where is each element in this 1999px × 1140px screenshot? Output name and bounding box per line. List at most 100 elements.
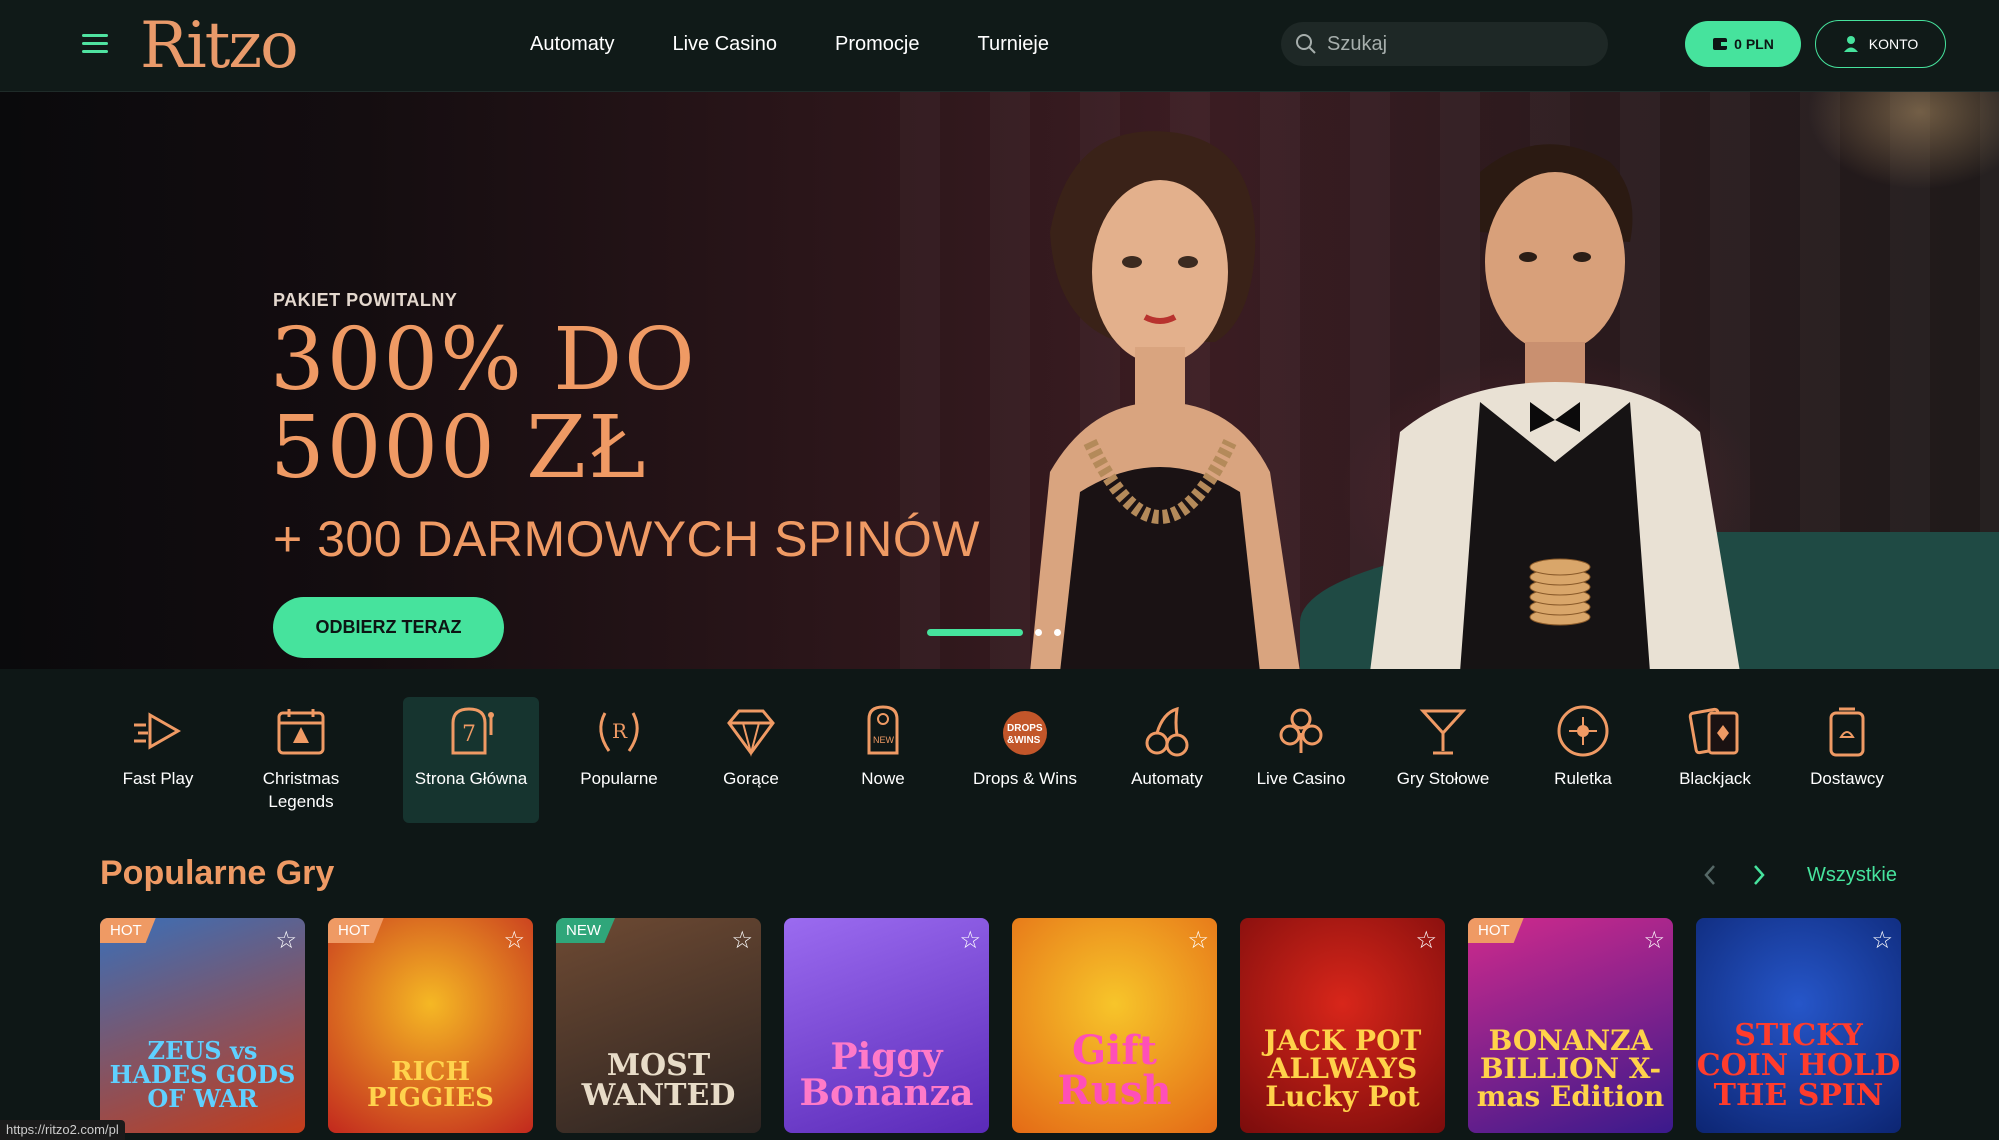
game-tile-most-wanted[interactable]: NEW ☆ MOST WANTED <box>556 918 761 1133</box>
game-title: BONANZA BILLION X-mas Edition <box>1476 1024 1665 1113</box>
menu-icon[interactable] <box>82 34 108 56</box>
nav-link-promocje[interactable]: Promocje <box>835 33 919 56</box>
category-label: Gry Stołowe <box>1396 769 1490 788</box>
provider-icon <box>1829 707 1865 757</box>
account-label: KONTO <box>1868 36 1919 52</box>
svg-text:NEW: NEW <box>873 735 895 745</box>
drops-wins-icon: DROPS&WINS <box>1003 711 1047 755</box>
club-icon <box>1279 708 1323 753</box>
favorite-icon[interactable]: ☆ <box>503 926 525 955</box>
hero-eyebrow: PAKIET POWITALNY <box>273 290 458 310</box>
section-title: Popularne Gry <box>100 854 335 892</box>
search-box[interactable] <box>1281 22 1608 66</box>
game-tile-zeus-vs-hades[interactable]: HOT ☆ ZEUS vs HADES GODS OF WAR <box>100 918 305 1133</box>
category-roulette[interactable]: Ruletka <box>1515 697 1651 823</box>
favorite-icon[interactable]: ☆ <box>1871 926 1893 955</box>
claim-bonus-button[interactable]: ODBIERZ TERAZ <box>273 597 504 658</box>
laurel-icon: R <box>599 712 639 752</box>
category-label: Fast Play <box>122 769 194 788</box>
category-label: Drops & Wins <box>973 769 1077 788</box>
wallet-button[interactable]: 0 PLN <box>1685 21 1801 67</box>
roulette-icon <box>1557 705 1609 757</box>
category-label: Nowe <box>861 769 905 788</box>
main-nav: Automaty Live Casino Promocje Turnieje <box>530 0 1049 88</box>
account-button[interactable]: KONTO <box>1815 20 1946 68</box>
category-label: Dostawcy <box>1810 769 1884 788</box>
category-bar: Fast Play Christmas Legends 7 Strona Głó… <box>90 697 1910 823</box>
svg-text:7: 7 <box>462 722 476 747</box>
category-home[interactable]: 7 Strona Główna <box>403 697 539 823</box>
game-title: Gift Rush <box>1057 1027 1172 1114</box>
favorite-icon[interactable]: ☆ <box>1187 926 1209 955</box>
game-title: RICH PIGGIES <box>367 1057 494 1113</box>
category-label: Blackjack <box>1679 769 1751 788</box>
category-live-casino[interactable]: Live Casino <box>1233 697 1369 823</box>
game-title: MOST WANTED <box>581 1048 736 1113</box>
carousel-dot-1[interactable] <box>927 629 1023 636</box>
hero-title-line1: 300% DO <box>270 310 697 410</box>
hero-banner[interactable]: PAKIET POWITALNY 300% DO 5000 ZŁ + 300 D… <box>0 92 1999 669</box>
woman-illustration <box>1030 131 1300 669</box>
search-icon <box>1296 34 1316 54</box>
favorite-icon[interactable]: ☆ <box>959 926 981 955</box>
game-tile-sticky-coin[interactable]: ☆ STICKY COIN HOLD THE SPIN <box>1696 918 1901 1133</box>
category-label: Ruletka <box>1554 769 1612 788</box>
category-slots[interactable]: Automaty <box>1099 697 1235 823</box>
diamond-icon <box>727 709 775 757</box>
category-label: Christmas Legends <box>262 769 340 811</box>
game-title: ZEUS vs HADES GODS OF WAR <box>109 1036 296 1113</box>
favorite-icon[interactable]: ☆ <box>1643 926 1665 955</box>
hero-title-line2: 5000 ZŁ <box>270 398 648 498</box>
cards-icon <box>1688 707 1739 755</box>
status-bar-url: https://ritzo2.com/pl <box>0 1120 125 1140</box>
favorite-icon[interactable]: ☆ <box>731 926 753 955</box>
carousel-dot-3[interactable] <box>1054 629 1061 636</box>
cocktail-icon <box>1419 709 1467 755</box>
game-tile-allways-lucky-pot[interactable]: ☆ JACK POT ALLWAYS Lucky Pot <box>1240 918 1445 1133</box>
user-icon <box>1843 36 1858 52</box>
logo[interactable]: Ritzo <box>140 6 299 86</box>
search-input[interactable] <box>1327 32 1587 56</box>
category-christmas-legends[interactable]: Christmas Legends <box>233 697 369 823</box>
chips-stack <box>1529 558 1591 626</box>
calendar-tree-icon <box>277 709 325 755</box>
game-tile-rich-piggies[interactable]: HOT ☆ RICH PIGGIES <box>328 918 533 1133</box>
game-tile-gift-rush[interactable]: ☆ Gift Rush <box>1012 918 1217 1133</box>
next-arrow-icon[interactable] <box>1752 864 1766 886</box>
carousel-dot-2[interactable] <box>1035 629 1042 636</box>
category-popular[interactable]: R Popularne <box>551 697 687 823</box>
slot-machine-icon: 7 <box>451 707 494 755</box>
hero-title: 300% DO 5000 ZŁ <box>270 316 697 492</box>
top-header: Ritzo Automaty Live Casino Promocje Turn… <box>0 0 1999 92</box>
nav-link-automaty[interactable]: Automaty <box>530 33 614 56</box>
fast-play-icon <box>134 712 182 750</box>
favorite-icon[interactable]: ☆ <box>275 926 297 955</box>
category-table-games[interactable]: Gry Stołowe <box>1375 697 1511 823</box>
game-title: Piggy Bonanza <box>799 1036 974 1114</box>
hot-badge: HOT <box>100 918 156 943</box>
new-badge: NEW <box>556 918 615 943</box>
category-hot[interactable]: Gorące <box>683 697 819 823</box>
door-hanger-icon: NEW <box>867 705 899 755</box>
category-blackjack[interactable]: Blackjack <box>1647 697 1783 823</box>
category-label: Strona Główna <box>414 769 528 788</box>
category-label: Popularne <box>580 769 658 788</box>
category-fast-play[interactable]: Fast Play <box>90 697 226 823</box>
see-all-link[interactable]: Wszystkie <box>1807 864 1897 887</box>
svg-text:R: R <box>612 719 628 743</box>
hot-badge: HOT <box>328 918 384 943</box>
game-title: STICKY COIN HOLD THE SPIN <box>1696 1018 1901 1113</box>
category-label: Live Casino <box>1256 769 1346 788</box>
cherries-icon <box>1145 706 1189 757</box>
game-tile-bonanza-billion[interactable]: HOT ☆ BONANZA BILLION X-mas Edition <box>1468 918 1673 1133</box>
hero-subtitle: + 300 DARMOWYCH SPINÓW <box>273 511 980 567</box>
favorite-icon[interactable]: ☆ <box>1415 926 1437 955</box>
game-title: JACK POT ALLWAYS Lucky Pot <box>1263 1024 1422 1113</box>
nav-link-live-casino[interactable]: Live Casino <box>672 33 777 56</box>
category-new[interactable]: NEW Nowe <box>815 697 951 823</box>
category-providers[interactable]: Dostawcy <box>1779 697 1915 823</box>
category-drops-wins[interactable]: DROPS &WINS Drops & Wins <box>957 697 1093 823</box>
prev-arrow-icon[interactable] <box>1703 864 1717 886</box>
nav-link-turnieje[interactable]: Turnieje <box>977 33 1049 56</box>
game-tile-piggy-bonanza[interactable]: ☆ Piggy Bonanza <box>784 918 989 1133</box>
